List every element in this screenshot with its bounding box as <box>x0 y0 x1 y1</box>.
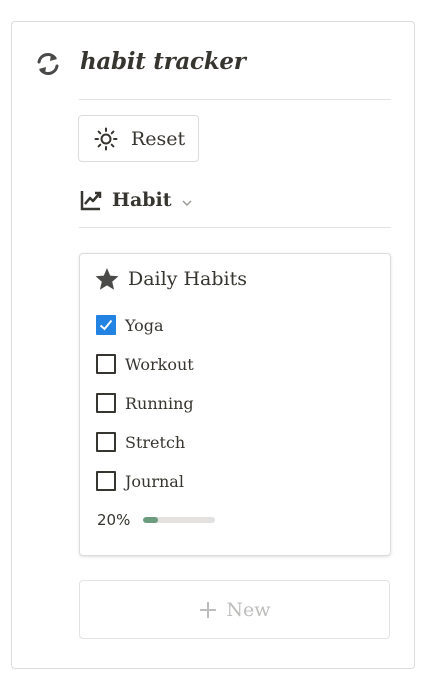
star-icon <box>94 266 120 292</box>
progress-indicator: 20% <box>97 511 216 529</box>
view-divider <box>79 227 391 228</box>
habit-item-workout[interactable]: Workout <box>96 354 194 374</box>
checkbox[interactable] <box>96 432 116 452</box>
habit-label: Journal <box>125 471 184 491</box>
reset-button-label: Reset <box>131 127 186 150</box>
progress-percent: 20% <box>97 511 131 529</box>
progress-bar-fill <box>143 517 158 523</box>
title-divider <box>79 99 391 100</box>
view-selector[interactable]: Habit <box>80 186 193 214</box>
habit-label: Running <box>125 393 194 413</box>
habit-item-journal[interactable]: Journal <box>96 471 184 491</box>
progress-bar <box>143 517 216 523</box>
sun-icon <box>94 127 118 151</box>
checkbox[interactable] <box>96 354 116 374</box>
new-button[interactable]: New <box>79 580 390 639</box>
sync-icon[interactable] <box>34 50 62 78</box>
daily-habits-panel: Daily Habits Yoga Workout Running Stretc… <box>79 253 391 556</box>
habit-label: Workout <box>125 354 194 374</box>
plus-icon <box>198 600 218 620</box>
view-selector-label: Habit <box>112 189 172 211</box>
habit-item-running[interactable]: Running <box>96 393 194 413</box>
habit-item-stretch[interactable]: Stretch <box>96 432 185 452</box>
new-button-label: New <box>226 598 271 621</box>
page-title: habit tracker <box>80 48 246 75</box>
checkbox[interactable] <box>96 393 116 413</box>
panel-header: Daily Habits <box>94 266 247 292</box>
checkbox[interactable] <box>96 471 116 491</box>
checkbox-checked[interactable] <box>96 315 116 335</box>
reset-button[interactable]: Reset <box>78 115 199 162</box>
habit-label: Stretch <box>125 432 186 452</box>
checkmark-icon <box>99 319 113 331</box>
line-chart-icon <box>80 189 102 211</box>
habit-label: Yoga <box>125 315 164 335</box>
habit-item-yoga[interactable]: Yoga <box>96 315 164 335</box>
chevron-down-icon <box>181 194 193 207</box>
panel-title: Daily Habits <box>128 268 248 290</box>
